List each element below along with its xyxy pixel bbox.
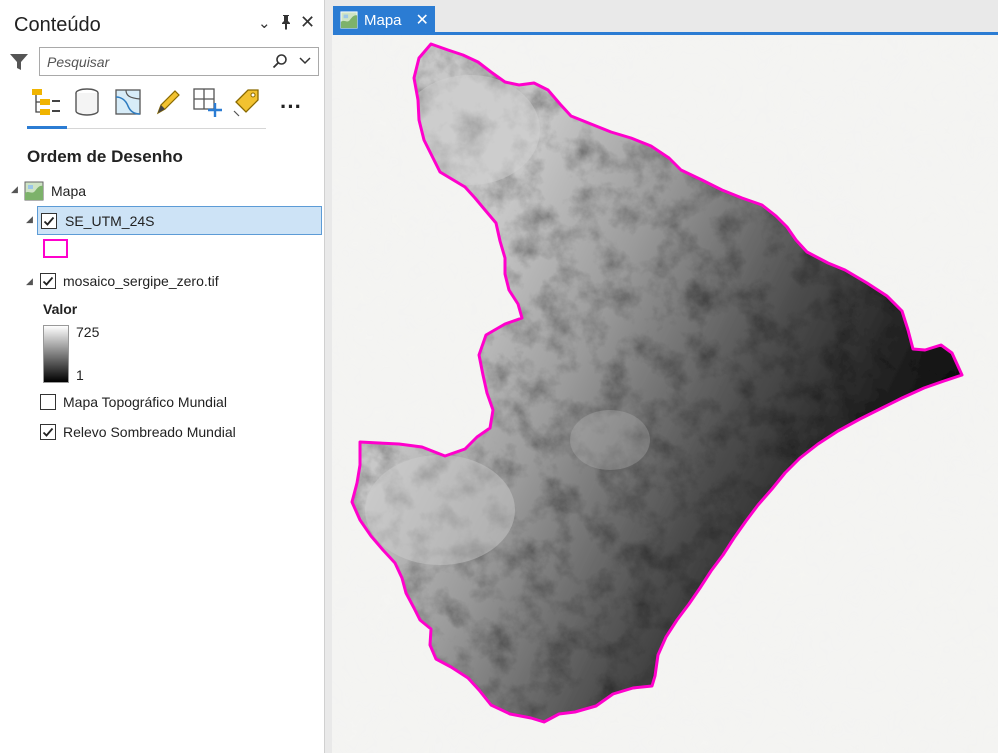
layer-visibility-checkbox[interactable] (40, 424, 56, 440)
drawing-order-icon[interactable] (30, 87, 60, 117)
legend-field-label: Valor (43, 301, 78, 317)
map-canvas[interactable] (332, 35, 998, 753)
contents-pane: Conteúdo ⌄ ✕ ··· (0, 0, 325, 753)
layer-label: SE_UTM_24S (65, 212, 155, 229)
chevron-down-icon[interactable] (298, 53, 312, 72)
more-icon[interactable]: ··· (280, 94, 310, 124)
data-source-icon[interactable] (73, 87, 103, 117)
legend-high-value: 725 (76, 324, 100, 340)
search-box[interactable] (39, 47, 319, 76)
selection-icon[interactable] (114, 87, 144, 117)
snapping-icon[interactable] (192, 87, 222, 117)
expand-layer-icon[interactable]: ◢ (26, 276, 33, 287)
filter-icon[interactable] (9, 52, 29, 77)
tab-map[interactable]: Mapa ✕ (333, 6, 435, 34)
layer-row-se-utm-24s[interactable]: SE_UTM_24S (37, 206, 322, 235)
layer-visibility-checkbox[interactable] (40, 273, 56, 289)
labeling-icon[interactable] (233, 87, 263, 117)
layer-visibility-checkbox[interactable] (40, 394, 56, 410)
polygon-symbol-swatch[interactable] (43, 239, 68, 258)
layer-label: Relevo Sombreado Mundial (63, 424, 236, 440)
layer-row-hillshade[interactable]: Relevo Sombreado Mundial (40, 419, 236, 445)
tree-item-map[interactable]: Mapa (24, 178, 86, 204)
layer-label: mosaico_sergipe_zero.tif (63, 273, 219, 289)
search-icon[interactable] (272, 53, 288, 74)
expand-layer-icon[interactable]: ◢ (26, 214, 33, 225)
map-icon (24, 181, 44, 201)
map-drawing (332, 35, 998, 753)
pin-icon[interactable] (280, 14, 292, 34)
close-pane-icon[interactable]: ✕ (300, 12, 315, 33)
layer-visibility-checkbox[interactable] (41, 212, 57, 229)
tab-label: Mapa (364, 11, 402, 29)
close-tab-icon[interactable]: ✕ (416, 10, 429, 30)
legend-low-value: 1 (76, 367, 84, 383)
expand-map-icon[interactable]: ◢ (11, 184, 18, 195)
search-input[interactable] (40, 48, 280, 75)
editing-icon[interactable] (154, 87, 184, 117)
layer-label: Mapa Topográfico Mundial (63, 394, 227, 410)
drawing-order-heading: Ordem de Desenho (27, 147, 183, 166)
pane-title: Conteúdo (14, 14, 101, 36)
map-icon (340, 11, 358, 29)
pane-options-chevron-icon[interactable]: ⌄ (258, 14, 271, 32)
layer-row-topographic[interactable]: Mapa Topográfico Mundial (40, 389, 227, 415)
tree-item-label: Mapa (51, 183, 87, 199)
color-ramp-swatch[interactable] (43, 325, 69, 383)
active-tool-indicator (27, 126, 67, 129)
layer-row-mosaico[interactable]: mosaico_sergipe_zero.tif (40, 268, 219, 294)
